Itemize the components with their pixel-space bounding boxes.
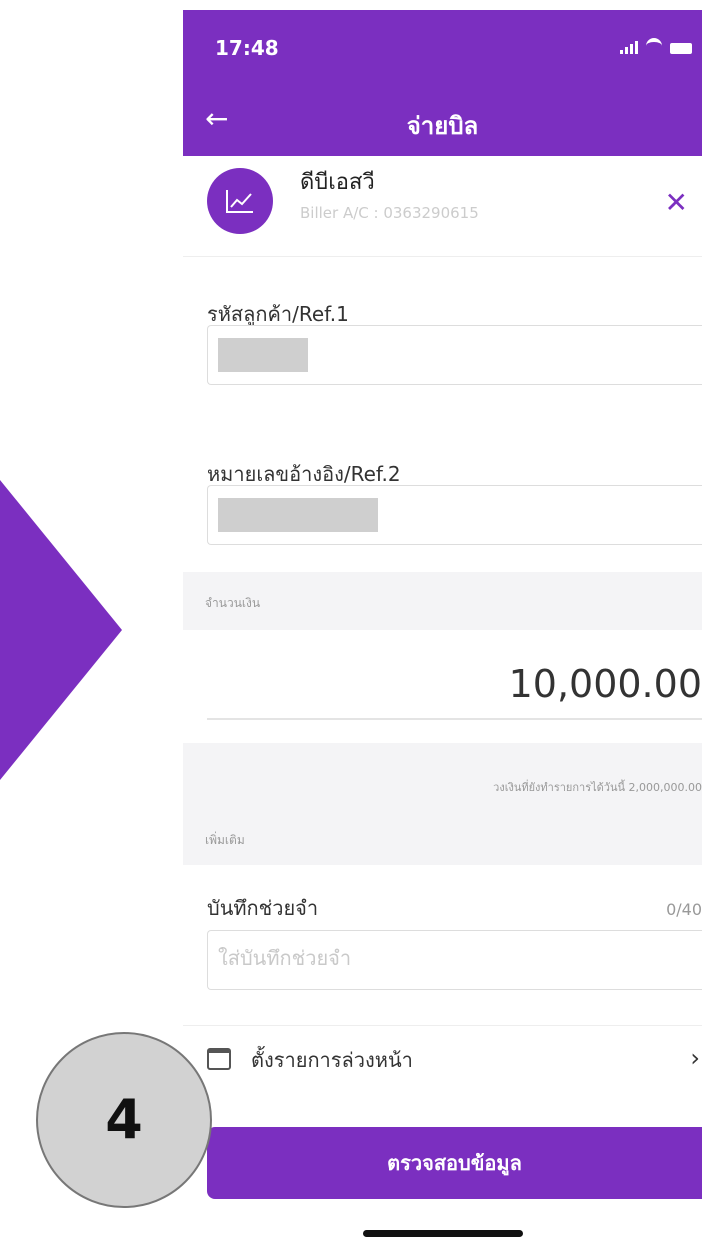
status-bar: 17:48 xyxy=(183,10,702,88)
schedule-row[interactable]: ตั้งรายการล่วงหน้า › xyxy=(183,1025,702,1098)
limit-band: เพิ่มเติม xyxy=(183,743,702,865)
amount-section-header: จำนวนเงิน xyxy=(183,572,702,630)
note-field[interactable] xyxy=(207,930,702,990)
limit-text: วงเงินที่ยังทำรายการได้วันนี้ 2,000,000.… xyxy=(493,781,702,794)
chevron-right-icon: › xyxy=(690,1044,700,1072)
extra-section-label: เพิ่มเติม xyxy=(205,833,245,847)
amount-section-label: จำนวนเงิน xyxy=(205,596,261,610)
home-indicator xyxy=(363,1230,523,1237)
ref1-input[interactable] xyxy=(207,325,702,385)
wifi-icon xyxy=(646,38,662,54)
redacted-value xyxy=(218,498,378,532)
amount-underline xyxy=(207,718,702,720)
verify-button[interactable]: ตรวจสอบข้อมูล xyxy=(207,1127,702,1199)
close-icon[interactable]: ✕ xyxy=(665,186,688,219)
note-counter: 0/40 xyxy=(666,900,702,919)
app-header: ← จ่ายบิล xyxy=(183,88,702,156)
battery-icon xyxy=(670,43,692,54)
calendar-icon xyxy=(207,1048,231,1070)
note-label: บันทึกช่วยจำ xyxy=(207,896,319,920)
note-input[interactable] xyxy=(208,931,688,985)
ref2-input[interactable] xyxy=(207,485,702,545)
chart-trend-icon xyxy=(207,168,273,234)
status-time: 17:48 xyxy=(215,36,279,60)
page-title: จ่ายบิล xyxy=(406,112,479,140)
schedule-label: ตั้งรายการล่วงหน้า xyxy=(251,1048,413,1072)
step-badge: 4 xyxy=(36,1032,212,1208)
biller-card: ดีบีเอสวี Biller A/C : 0363290615 ✕ xyxy=(183,156,702,257)
redacted-value xyxy=(218,338,308,372)
status-icons xyxy=(620,38,692,54)
signal-icon xyxy=(620,41,638,54)
biller-account: Biller A/C : 0363290615 xyxy=(300,204,479,222)
pointer-arrow xyxy=(0,480,122,780)
biller-name: ดีบีเอสวี xyxy=(300,170,375,195)
amount-value[interactable]: 10,000.00 xyxy=(509,662,702,706)
phone-screen: 17:48 ← จ่ายบิล ดีบีเอสวี Biller A/C : 0… xyxy=(183,10,702,1253)
